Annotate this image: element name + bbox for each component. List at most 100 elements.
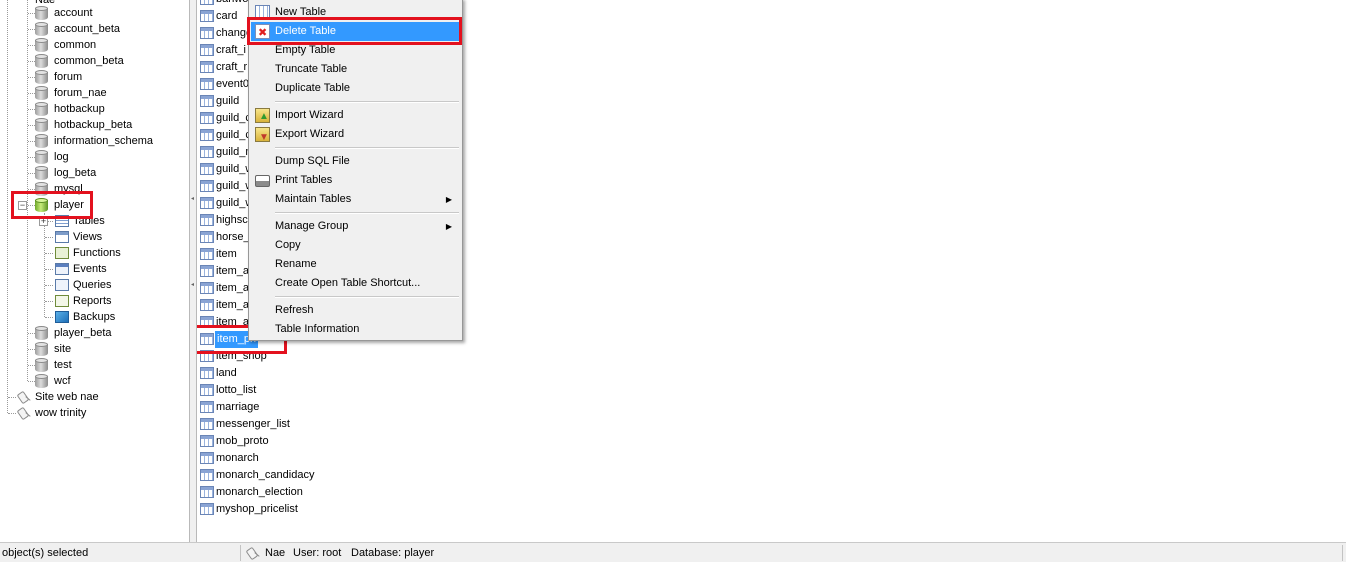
tree-item-reports[interactable]: Reports [0, 293, 189, 309]
table-icon [200, 95, 214, 107]
tree-item-functions[interactable]: Functions [0, 245, 189, 261]
table-icon [200, 129, 214, 141]
table-name: monarch_election [216, 486, 303, 498]
tree-item-label: Site web nae [35, 391, 99, 403]
tree-connector [28, 381, 35, 382]
table-icon [200, 299, 214, 311]
table-list-item[interactable]: mob_proto [199, 433, 449, 450]
tree-item-database[interactable]: information_schema [0, 133, 189, 149]
table-icon [200, 469, 214, 481]
database-icon [35, 70, 48, 85]
views-icon [55, 231, 69, 243]
menu-item-refresh[interactable]: Refresh [251, 301, 460, 320]
menu-item-duplicate-table[interactable]: Duplicate Table [251, 79, 460, 98]
table-context-menu[interactable]: New Table Delete Table Empty Table Truncate… [247, 0, 463, 341]
tree-item-label: common [54, 39, 97, 51]
table-name: monarch_candidacy [216, 469, 315, 481]
tree-item-events[interactable]: Events [0, 261, 189, 277]
splitter-grip-bottom[interactable]: ◂ [191, 282, 195, 288]
tree-connector [28, 349, 35, 350]
tree-item-views[interactable]: Views [0, 229, 189, 245]
menu-item-new-table[interactable]: New Table [251, 3, 460, 22]
tree-item-database[interactable]: site [0, 341, 189, 357]
tree-connector [28, 61, 35, 62]
tree-item-label: hotbackup [54, 103, 105, 115]
database-icon [35, 134, 48, 149]
table-list-item[interactable]: lotto_list [199, 382, 449, 399]
tree-item-label: Backups [73, 311, 116, 323]
tree-item-database[interactable]: wcf [0, 373, 189, 389]
tree-item-database[interactable]: hotbackup_beta [0, 117, 189, 133]
tree-item-database[interactable]: test [0, 357, 189, 373]
tree-item-label: account [54, 7, 93, 19]
menu-item-export-wizard[interactable]: Export Wizard [251, 125, 460, 147]
table-icon [200, 146, 214, 158]
tree-connector [8, 413, 16, 414]
tree-item-database[interactable]: player_beta [0, 325, 189, 341]
splitter-grip-top[interactable]: ◂ [191, 196, 195, 202]
tree-item-label: common_beta [54, 55, 124, 67]
menu-item-print-tables[interactable]: Print Tables [251, 171, 460, 190]
tree-item-connection[interactable]: Site web nae [0, 389, 189, 405]
tree-item-database[interactable]: common [0, 37, 189, 53]
tree-item-database[interactable]: account [0, 5, 189, 21]
collapse-toggle-icon[interactable]: − [18, 201, 27, 210]
navigation-tree[interactable]: Nae account account_beta common common_beta f… [0, 0, 189, 542]
tree-item-label: forum [54, 71, 83, 83]
menu-item-dump-sql-file[interactable]: Dump SQL File [251, 152, 460, 171]
menu-item-copy[interactable]: Copy [251, 236, 460, 255]
table-list-item[interactable]: myshop_pricelist [199, 501, 449, 518]
menu-item-table-information[interactable]: Table Information [251, 320, 460, 339]
tree-connector [45, 301, 53, 302]
database-icon [35, 358, 48, 373]
menu-item-manage-group[interactable]: Manage Group ▶ [251, 217, 460, 236]
table-icon [200, 112, 214, 124]
table-list-item[interactable]: item_shop [199, 348, 449, 365]
menu-item-delete-table[interactable]: Delete Table [251, 22, 460, 43]
menu-item-truncate-table[interactable]: Truncate Table [251, 60, 460, 79]
menu-item-label: Truncate Table [275, 63, 348, 75]
database-icon [35, 102, 48, 117]
tree-item-label: log [54, 151, 69, 163]
menu-item-rename[interactable]: Rename [251, 255, 460, 274]
menu-item-maintain-tables[interactable]: Maintain Tables ▶ [251, 190, 460, 209]
table-icon [200, 44, 214, 56]
tree-item-database[interactable]: log [0, 149, 189, 165]
tree-item-tables[interactable]: + Tables [0, 213, 189, 229]
table-list-item[interactable]: land [199, 365, 449, 382]
tree-connector [28, 13, 35, 14]
menu-item-create-open-table-shortcut[interactable]: Create Open Table Shortcut... [251, 274, 460, 293]
menu-separator [275, 147, 459, 149]
table-list-item[interactable]: monarch_election [199, 484, 449, 501]
table-list-item[interactable]: monarch_candidacy [199, 467, 449, 484]
table-list-item[interactable]: monarch [199, 450, 449, 467]
selection-status: object(s) selected [2, 547, 89, 559]
status-connection: Nae [265, 547, 286, 559]
table-name: change [216, 27, 253, 39]
tree-item-database[interactable]: account_beta [0, 21, 189, 37]
menu-item-label: Create Open Table Shortcut... [275, 277, 421, 289]
tree-item-queries[interactable]: Queries [0, 277, 189, 293]
tree-item-backups[interactable]: Backups [0, 309, 189, 325]
tree-item-label: log_beta [54, 167, 97, 179]
table-icon [200, 486, 214, 498]
table-list-item[interactable]: messenger_list [199, 416, 449, 433]
pane-splitter[interactable]: ◂ ◂ [189, 0, 197, 542]
menu-item-import-wizard[interactable]: Import Wizard [251, 106, 460, 126]
tree-connector [28, 189, 35, 190]
menu-item-empty-table[interactable]: Empty Table [251, 41, 460, 60]
table-list-item[interactable]: marriage [199, 399, 449, 416]
tree-item-database[interactable]: mysql [0, 181, 189, 197]
status-divider [240, 545, 241, 561]
tree-item-database[interactable]: log_beta [0, 165, 189, 181]
table-icon [200, 282, 214, 294]
tree-item-connection[interactable]: wow trinity [0, 405, 189, 421]
tree-item-database[interactable]: hotbackup [0, 101, 189, 117]
tree-item-database[interactable]: forum_nae [0, 85, 189, 101]
tree-item-database[interactable]: forum [0, 69, 189, 85]
tree-item-database-player[interactable]: player − [0, 197, 189, 213]
menu-item-label: Refresh [275, 304, 314, 316]
tree-item-database[interactable]: common_beta [0, 53, 189, 69]
expand-toggle-icon[interactable]: + [39, 217, 48, 226]
status-divider [1342, 545, 1343, 561]
